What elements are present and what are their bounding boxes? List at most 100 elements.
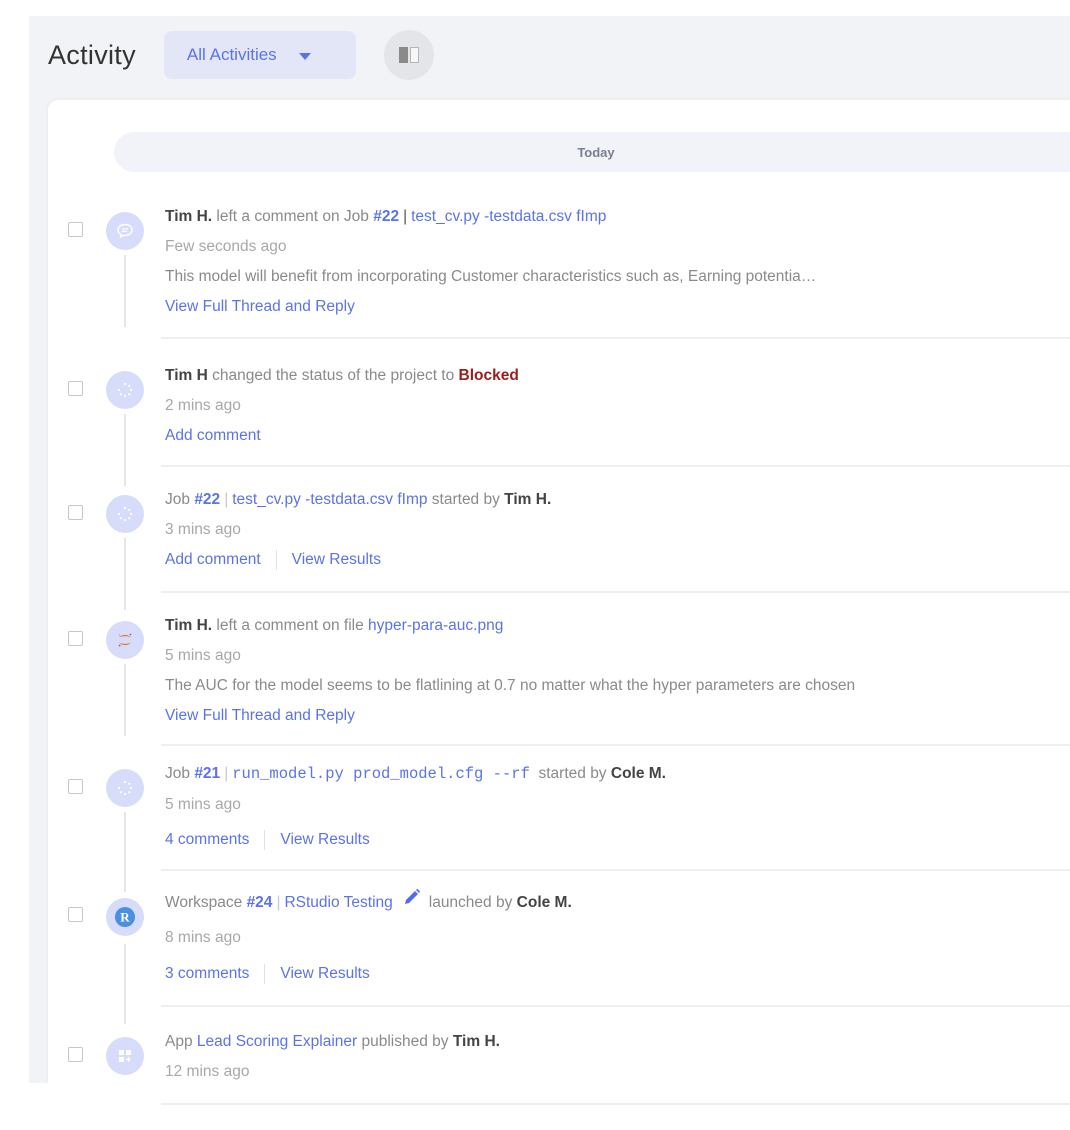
- comments-count-link[interactable]: 4 comments: [165, 828, 249, 852]
- activity-avatar: [106, 1037, 144, 1075]
- activity-checkbox[interactable]: [68, 779, 83, 794]
- action-separator: [275, 550, 277, 570]
- app-name-link[interactable]: Lead Scoring Explainer: [197, 1033, 357, 1050]
- activity-time: 5 mins ago: [165, 796, 241, 813]
- row-divider: [161, 337, 1070, 339]
- actor-name: Tim H.: [165, 617, 213, 634]
- workspace-name-link[interactable]: RStudio Testing: [284, 894, 392, 911]
- job-command-link[interactable]: run_model.py prod_model.cfg --rf: [232, 765, 530, 783]
- actor-name: Tim H: [165, 367, 208, 384]
- app-grid-icon: [119, 1050, 131, 1062]
- activity-summary: Workspace #24 | RStudio Testing launched by…: [165, 888, 1070, 914]
- actor-name: Tim H.: [165, 208, 213, 225]
- activity-summary: Tim H changed the status of the project …: [165, 364, 1070, 388]
- separator: |: [224, 765, 229, 782]
- status-badge: Blocked: [458, 367, 519, 384]
- activity-checkbox[interactable]: [68, 381, 83, 396]
- timeline-line: [124, 538, 126, 610]
- layout-toggle-button[interactable]: [383, 30, 434, 80]
- activity-avatar: [106, 769, 144, 807]
- entity-type: Job: [165, 491, 190, 508]
- activity-summary: Tim H. left a comment on Job #22 | test_cv…: [165, 205, 1070, 229]
- activity-time: 3 mins ago: [165, 521, 241, 538]
- activity-checkbox[interactable]: [68, 1047, 83, 1062]
- activity-verb: started by: [431, 491, 500, 508]
- entity-type: Job: [165, 765, 190, 782]
- actor-name: Tim H.: [452, 1033, 500, 1050]
- activity-checkbox[interactable]: [68, 907, 83, 922]
- timeline-line: [124, 664, 126, 736]
- action-separator: [264, 830, 266, 850]
- view-full-thread-link[interactable]: View Full Thread and Reply: [165, 295, 355, 319]
- separator: |: [224, 491, 229, 508]
- row-divider: [161, 1103, 1070, 1105]
- view-results-link[interactable]: View Results: [280, 962, 369, 986]
- activity-verb: published by: [361, 1033, 449, 1050]
- view-results-link[interactable]: View Results: [280, 828, 369, 852]
- entity-type: App: [165, 1033, 193, 1050]
- activity-checkbox[interactable]: [68, 505, 83, 520]
- view-results-link[interactable]: View Results: [292, 548, 381, 572]
- spinner-icon: [117, 780, 133, 796]
- row-divider: [161, 1005, 1070, 1007]
- separator: |: [276, 894, 281, 912]
- activity-verb: left a comment on file: [216, 617, 364, 634]
- activity-header: Activity All Activities: [48, 30, 434, 80]
- workspace-number-link[interactable]: #24: [247, 894, 273, 911]
- day-separator: Today: [114, 132, 1070, 172]
- job-number-link[interactable]: #22: [194, 491, 220, 508]
- activity-avatar: [106, 371, 144, 409]
- timeline-line: [124, 812, 126, 892]
- comment-icon: [117, 223, 133, 239]
- activity-checkbox[interactable]: [68, 631, 83, 646]
- timeline-line: [124, 944, 126, 1024]
- activity-avatar: R: [106, 898, 144, 936]
- row-divider: [161, 869, 1070, 871]
- activity-summary: Job #22 | test_cv.py -testdata.csv fImp st…: [165, 488, 1070, 512]
- comments-count-link[interactable]: 3 comments: [165, 962, 249, 986]
- view-full-thread-link[interactable]: View Full Thread and Reply: [165, 704, 355, 728]
- activity-summary: App Lead Scoring Explainer published by …: [165, 1030, 1070, 1054]
- activity-summary: Job #21 | run_model.py prod_model.cfg --rf…: [165, 762, 1070, 786]
- job-number-link[interactable]: #22: [373, 208, 399, 225]
- activity-avatar: [106, 212, 144, 250]
- svg-text:R: R: [120, 910, 130, 925]
- comment-preview: This model will benefit from incorporati…: [165, 268, 817, 285]
- actor-name: Tim H.: [504, 491, 552, 508]
- action-separator: [264, 964, 266, 984]
- jupyter-icon: [118, 633, 132, 647]
- spinner-icon: [117, 506, 133, 522]
- activity-panel: Today Tim H. left a comment on Job #22 | t…: [48, 100, 1070, 1105]
- activity-time: 12 mins ago: [165, 1063, 250, 1080]
- job-number-link[interactable]: #21: [194, 765, 220, 782]
- row-divider: [161, 744, 1070, 746]
- comment-preview: The AUC for the model seems to be flatli…: [165, 677, 856, 694]
- actor-name: Cole M.: [516, 894, 572, 912]
- file-link[interactable]: hyper-para-auc.png: [368, 617, 503, 634]
- activity-verb: left a comment on Job: [216, 208, 369, 225]
- activity-filter-value: All Activities: [186, 45, 277, 64]
- add-comment-link[interactable]: Add comment: [165, 424, 261, 448]
- separator: |: [403, 208, 408, 225]
- page-title: Activity: [48, 39, 136, 70]
- activity-verb: launched by: [428, 894, 513, 912]
- activity-time: Few seconds ago: [165, 238, 287, 255]
- pencil-icon[interactable]: [403, 888, 421, 914]
- activity-time: 2 mins ago: [165, 397, 241, 414]
- row-divider: [161, 465, 1070, 467]
- job-target-link[interactable]: test_cv.py -testdata.csv fImp: [411, 208, 606, 225]
- activity-checkbox[interactable]: [68, 222, 83, 237]
- job-target-link[interactable]: test_cv.py -testdata.csv fImp: [232, 491, 427, 508]
- timeline-line: [124, 255, 126, 327]
- actor-name: Cole M.: [610, 765, 666, 782]
- activity-filter-dropdown[interactable]: All Activities: [163, 31, 356, 79]
- spinner-icon: [117, 382, 133, 398]
- activity-time: 5 mins ago: [165, 647, 241, 664]
- split-view-icon: [398, 47, 419, 63]
- day-separator-label: Today: [577, 144, 615, 160]
- activity-verb: changed the status of the project to: [212, 367, 455, 384]
- activity-avatar: [106, 495, 144, 533]
- add-comment-link[interactable]: Add comment: [165, 548, 261, 572]
- entity-type: Workspace: [165, 894, 243, 912]
- activity-verb: started by: [538, 765, 607, 782]
